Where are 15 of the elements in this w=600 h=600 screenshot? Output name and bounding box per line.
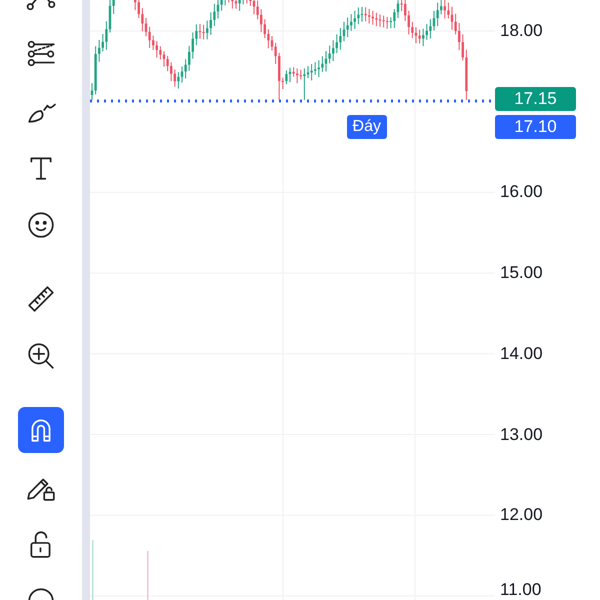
smiley-icon xyxy=(26,210,56,240)
ruler-icon xyxy=(26,284,56,314)
price-label: 15.00 xyxy=(500,263,543,284)
price-label: 12.00 xyxy=(500,505,543,526)
price-label: 14.00 xyxy=(500,344,543,364)
lines-icon xyxy=(26,39,56,69)
volume-bars-drawing xyxy=(92,540,148,600)
low-price-tag: 17.10 xyxy=(495,115,576,139)
price-label: 16.00 xyxy=(500,182,543,202)
price-label: 13.00 xyxy=(500,424,543,444)
last-price-tag: 17.15 xyxy=(495,87,576,111)
price-label: 11.00 xyxy=(500,580,542,600)
zoom-in-icon xyxy=(26,341,56,371)
low-label: Đáy xyxy=(346,115,387,139)
price-label: 18.00 xyxy=(500,21,543,41)
